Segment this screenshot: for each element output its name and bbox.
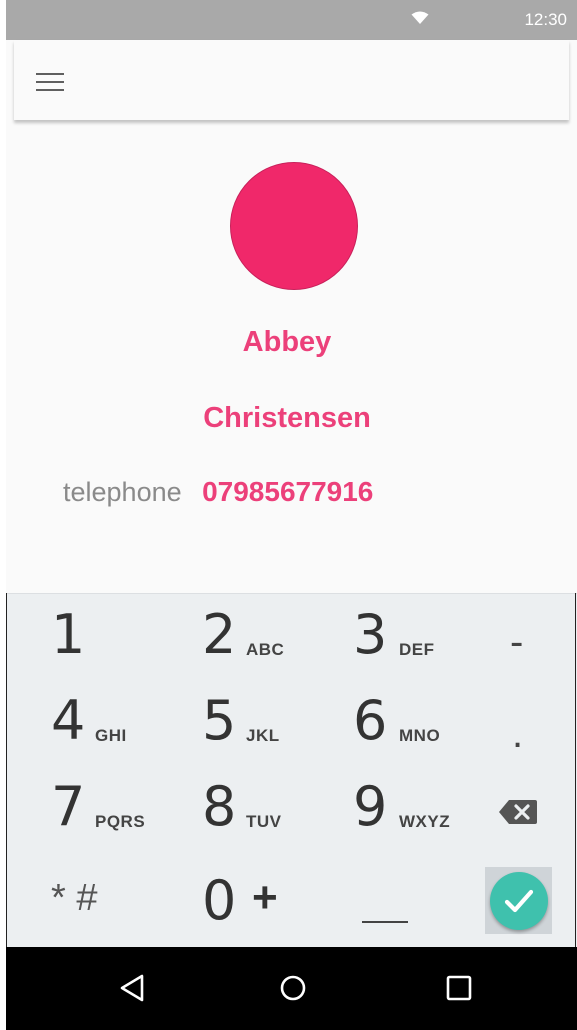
back-triangle-icon[interactable] — [118, 973, 148, 1003]
key-letters: GHI — [95, 726, 127, 745]
key-dot[interactable]: . — [506, 682, 546, 764]
dialpad-edge-left — [6, 593, 7, 947]
key-8[interactable]: 8 TUV — [202, 768, 312, 850]
phone-number: 07985677916 — [202, 476, 374, 507]
key-4[interactable]: 4 GHI — [51, 682, 161, 764]
avatar — [230, 162, 358, 290]
key-digit: 0 — [202, 869, 237, 932]
key-letters: JKL — [246, 726, 280, 745]
menu-icon[interactable] — [36, 73, 64, 91]
plus-symbol: + — [252, 873, 278, 922]
key-digit: 8 — [202, 775, 237, 838]
key-2[interactable]: 2 ABC — [202, 596, 312, 678]
recents-square-icon[interactable] — [444, 973, 474, 1003]
contact-last-name: Christensen — [203, 402, 371, 434]
key-digit: 7 — [51, 775, 86, 838]
navigation-bar — [6, 947, 577, 1030]
phone-label: telephone — [63, 477, 182, 507]
status-bar: 12:30 — [6, 0, 577, 40]
key-dash[interactable]: - — [506, 596, 546, 678]
confirm-button-highlight — [485, 867, 552, 934]
key-6[interactable]: 6 MNO — [353, 682, 463, 764]
key-digit: 3 — [353, 603, 388, 666]
wifi-icon — [411, 11, 429, 24]
key-1[interactable]: 1 — [51, 596, 161, 678]
key-digit: 5 — [202, 689, 237, 752]
key-letters: MNO — [399, 726, 441, 745]
key-digit: 2 — [202, 603, 237, 666]
key-digit: 6 — [353, 689, 388, 752]
home-circle-icon[interactable] — [278, 973, 308, 1003]
check-icon — [504, 889, 534, 913]
key-star-hash[interactable]: * # — [51, 856, 161, 938]
phone-row: telephone 07985677916 — [63, 476, 373, 508]
star-hash-symbol: * # — [51, 877, 98, 919]
dash-symbol: - — [510, 620, 524, 664]
key-letters: PQRS — [95, 812, 146, 831]
key-9[interactable]: 9 WXYZ — [353, 768, 463, 850]
phone-screen: 12:30 Abbey Christensen telephone 079856… — [6, 0, 577, 1030]
dialpad-edge-right — [575, 593, 576, 947]
key-digit: 4 — [51, 689, 86, 752]
key-digit: 9 — [353, 775, 388, 838]
key-7[interactable]: 7 PQRS — [51, 768, 161, 850]
key-digit: 1 — [51, 603, 86, 666]
dot-symbol: . — [512, 712, 524, 756]
key-letters: WXYZ — [399, 812, 451, 831]
key-letters: ABC — [246, 640, 285, 659]
clock: 12:30 — [524, 10, 567, 29]
key-letters: TUV — [246, 812, 282, 831]
key-0[interactable]: 0 + — [202, 856, 312, 938]
backspace-icon[interactable] — [498, 798, 538, 826]
space-key[interactable] — [362, 921, 408, 923]
key-letters: DEF — [399, 640, 435, 659]
app-bar — [14, 40, 569, 120]
contact-first-name: Abbey — [242, 326, 332, 358]
confirm-button[interactable] — [490, 872, 548, 930]
key-5[interactable]: 5 JKL — [202, 682, 312, 764]
key-3[interactable]: 3 DEF — [353, 596, 463, 678]
